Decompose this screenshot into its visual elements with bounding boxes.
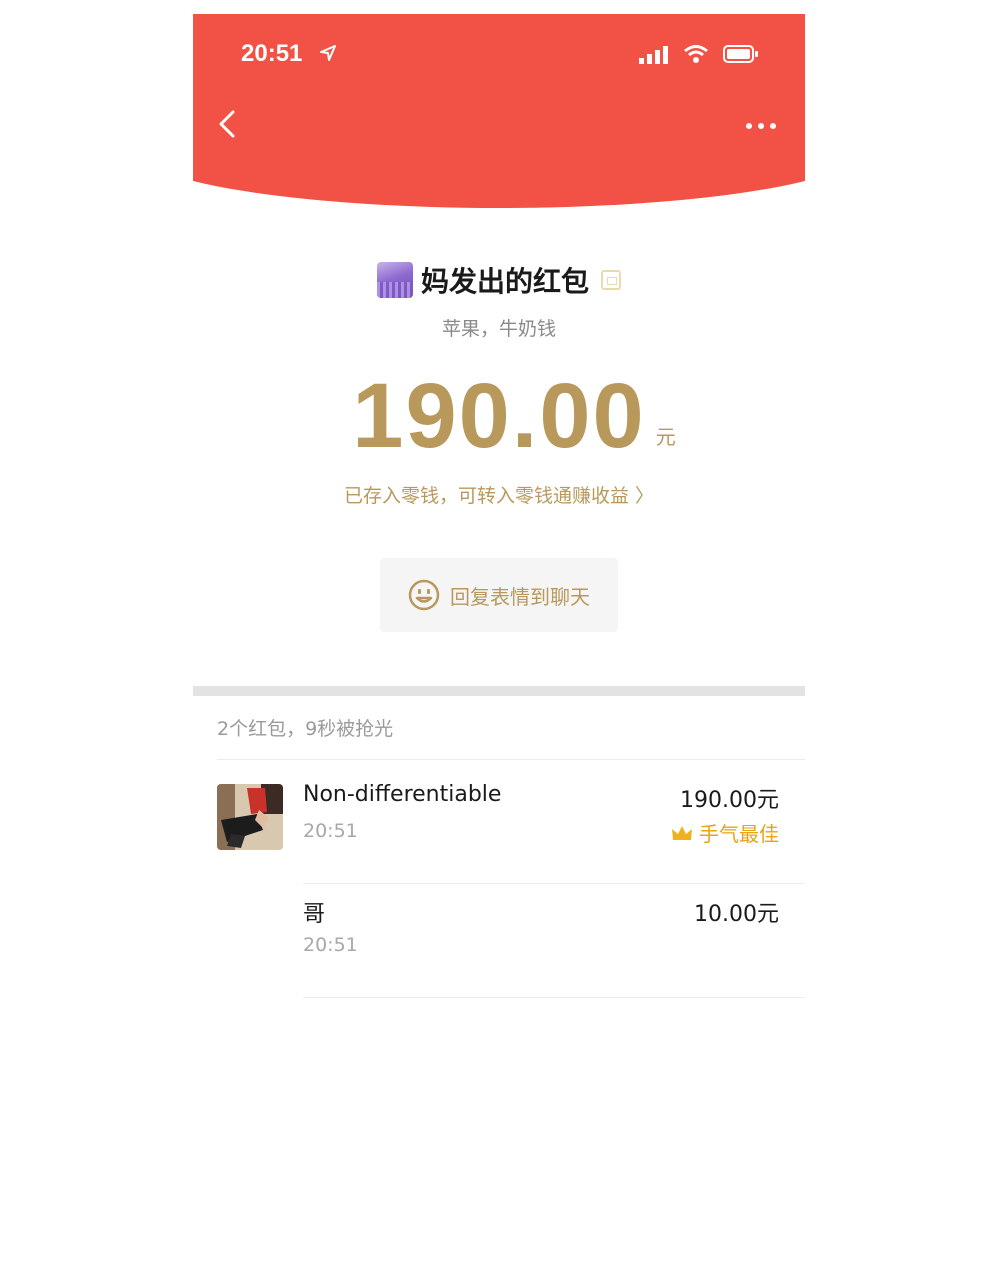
reply-button-label: 回复表情到聊天: [450, 584, 590, 609]
recipient-name: 哥: [303, 902, 326, 927]
amount-unit: 元: [655, 425, 676, 449]
packet-message: 苹果，牛奶钱: [441, 318, 556, 340]
recipient-time: 20:51: [303, 820, 358, 842]
wifi-icon: [684, 45, 708, 63]
claim-summary: 2个红包，9秒被抢光: [217, 718, 394, 740]
more-button[interactable]: [741, 106, 781, 142]
divider: [303, 997, 805, 998]
divider: [217, 759, 805, 760]
best-luck-badge: 手气最佳: [671, 818, 779, 847]
recipient-amount: 190.00元: [680, 788, 779, 813]
avatar[interactable]: [217, 784, 283, 850]
divider: [303, 883, 805, 884]
crown-icon: [672, 825, 692, 840]
section-divider: [193, 686, 805, 696]
recipient-name: Non-differentiable: [303, 782, 502, 807]
sender-avatar[interactable]: [376, 262, 413, 298]
signal-icon: [639, 46, 668, 64]
received-amount: 190.00: [352, 365, 646, 467]
sender-row: 妈发出的红包: [193, 258, 805, 302]
reply-sticker-button[interactable]: 回复表情到聊天: [380, 558, 618, 632]
recipient-amount: 10.00元: [694, 902, 779, 927]
status-time: 20:51: [241, 40, 303, 67]
nav-bar: [193, 102, 805, 146]
sender-title: 妈发出的红包: [420, 265, 589, 298]
recipient-row[interactable]: Non-differentiable 20:51 190.00元 手气最佳: [193, 774, 805, 884]
red-packet-icon: [601, 270, 621, 290]
smiley-icon: [408, 579, 440, 611]
amount-row: 190.00 元: [193, 366, 805, 466]
best-luck-label: 手气最佳: [699, 822, 779, 846]
more-dots-icon: [746, 123, 776, 129]
deposit-link[interactable]: 已存入零钱，可转入零钱通赚收益 〉: [193, 481, 805, 508]
location-arrow-icon: [320, 45, 336, 61]
avatar-photo: [217, 784, 283, 850]
status-bar: 20:51: [193, 14, 805, 94]
recipient-row[interactable]: 哥 20:51 10.00元: [193, 888, 805, 998]
recipient-time: 20:51: [303, 934, 358, 956]
red-packet-detail-screen: 20:51 妈发出的红包 苹果，牛奶钱 190.00 元 已存入零钱，可转入零钱…: [193, 14, 805, 1014]
back-button[interactable]: [213, 106, 243, 142]
chevron-left-icon: [219, 110, 235, 138]
battery-icon: [723, 45, 758, 63]
